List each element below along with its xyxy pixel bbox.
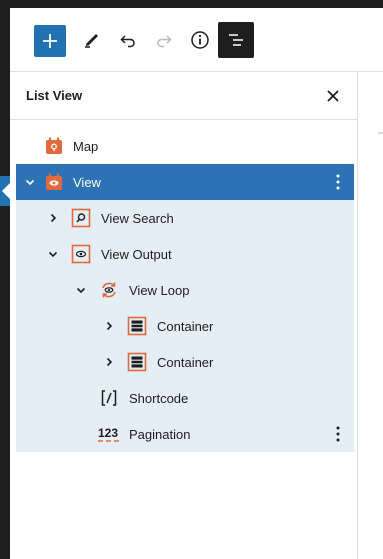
admin-sidebar-edge — [0, 0, 10, 559]
redo-button[interactable] — [148, 24, 180, 56]
tree-item-label: View — [73, 174, 101, 190]
info-icon — [191, 31, 209, 49]
editor-toolbar — [10, 8, 383, 72]
chevron-down-icon[interactable] — [73, 282, 89, 298]
container-icon — [127, 352, 147, 372]
tree-row-shortcode[interactable]: Shortcode — [16, 380, 354, 416]
view-block-icon — [44, 172, 64, 192]
details-button[interactable] — [184, 24, 216, 56]
shortcode-icon — [99, 388, 119, 408]
block-tree: Map View View Search View Output View Lo… — [16, 128, 354, 452]
add-block-button[interactable] — [34, 25, 66, 57]
more-options-icon[interactable] — [330, 424, 346, 444]
tree-row-container[interactable]: Container — [16, 308, 354, 344]
tools-button[interactable] — [76, 24, 108, 56]
tree-item-label: View Output — [101, 246, 172, 262]
tree-row-view[interactable]: View — [16, 164, 354, 200]
pencil-icon — [85, 34, 98, 48]
loop-icon — [99, 280, 119, 300]
eye-block-icon — [71, 244, 91, 264]
tree-item-label: Pagination — [129, 426, 191, 442]
chevron-down-icon[interactable] — [22, 174, 38, 190]
search-block-icon — [71, 208, 91, 228]
more-options-icon[interactable] — [330, 172, 346, 192]
container-icon — [127, 316, 147, 336]
canvas-divider — [378, 132, 383, 134]
tree-row-view-search[interactable]: View Search — [16, 200, 354, 236]
chevron-right-icon[interactable] — [101, 354, 117, 370]
plus-icon — [43, 34, 57, 48]
tree-item-label: Map — [73, 138, 99, 154]
close-icon — [327, 89, 339, 102]
active-menu-arrow-icon — [2, 183, 10, 199]
tree-row-map[interactable]: Map — [16, 128, 354, 164]
chevron-down-icon[interactable] — [45, 246, 61, 262]
list-view-title: List View — [26, 88, 83, 103]
close-button[interactable] — [321, 84, 345, 108]
tree-item-label: Container — [157, 354, 214, 370]
redo-icon — [157, 35, 172, 48]
editor-canvas-edge — [357, 72, 383, 559]
chevron-right-icon[interactable] — [45, 210, 61, 226]
admin-bar — [0, 0, 383, 8]
tree-item-label: Container — [157, 318, 214, 334]
tree-row-view-output[interactable]: View Output — [16, 236, 354, 272]
tree-item-label: View Loop — [129, 282, 190, 298]
tree-row-container[interactable]: Container — [16, 344, 354, 380]
undo-button[interactable] — [112, 24, 144, 56]
list-view-header: List View — [10, 72, 357, 120]
tree-item-label: Shortcode — [129, 390, 189, 406]
tree-row-pagination[interactable]: 123 Pagination — [16, 416, 354, 452]
tree-row-view-loop[interactable]: View Loop — [16, 272, 354, 308]
undo-icon — [120, 35, 135, 48]
map-block-icon — [44, 136, 64, 156]
list-view-icon — [229, 34, 243, 46]
svg-text:123: 123 — [98, 426, 118, 440]
pagination-icon: 123 — [97, 424, 121, 444]
tree-item-label: View Search — [101, 210, 174, 226]
chevron-right-icon[interactable] — [101, 318, 117, 334]
list-view-panel: List View Map View View Search View Outp… — [10, 72, 357, 559]
list-view-button[interactable] — [218, 22, 254, 58]
